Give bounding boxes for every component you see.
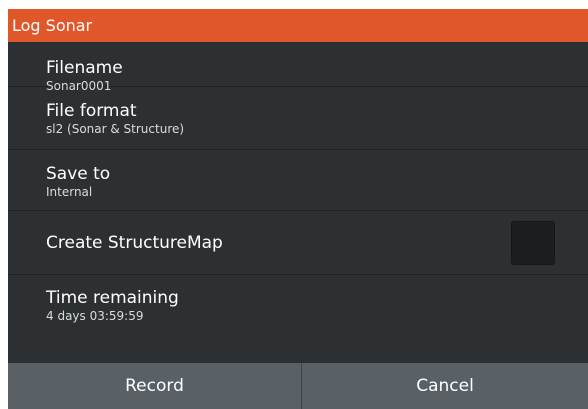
file-format-label: File format: [46, 101, 137, 121]
create-structuremap-row[interactable]: Create StructureMap: [8, 211, 588, 275]
file-format-row[interactable]: File format sl2 (Sonar & Structure): [8, 87, 588, 150]
create-structuremap-checkbox[interactable]: [511, 221, 555, 265]
filename-row[interactable]: Filename Sonar0001: [8, 42, 588, 93]
file-format-value: sl2 (Sonar & Structure): [46, 122, 185, 136]
time-remaining-label: Time remaining: [46, 288, 179, 308]
time-remaining-row: Time remaining 4 days 03:59:59: [8, 275, 588, 334]
save-to-value: Internal: [46, 185, 93, 199]
log-sonar-dialog: Log Sonar Filename Sonar0001 File format…: [8, 9, 588, 409]
save-to-label: Save to: [46, 164, 111, 184]
filename-label: Filename: [46, 58, 123, 78]
create-structuremap-label: Create StructureMap: [46, 233, 223, 253]
cancel-button[interactable]: Cancel: [302, 363, 588, 409]
save-to-row[interactable]: Save to Internal: [8, 150, 588, 211]
dialog-buttons: Record Cancel: [8, 363, 588, 409]
record-button[interactable]: Record: [8, 363, 302, 409]
time-remaining-value: 4 days 03:59:59: [46, 309, 144, 323]
dialog-title: Log Sonar: [8, 9, 588, 42]
